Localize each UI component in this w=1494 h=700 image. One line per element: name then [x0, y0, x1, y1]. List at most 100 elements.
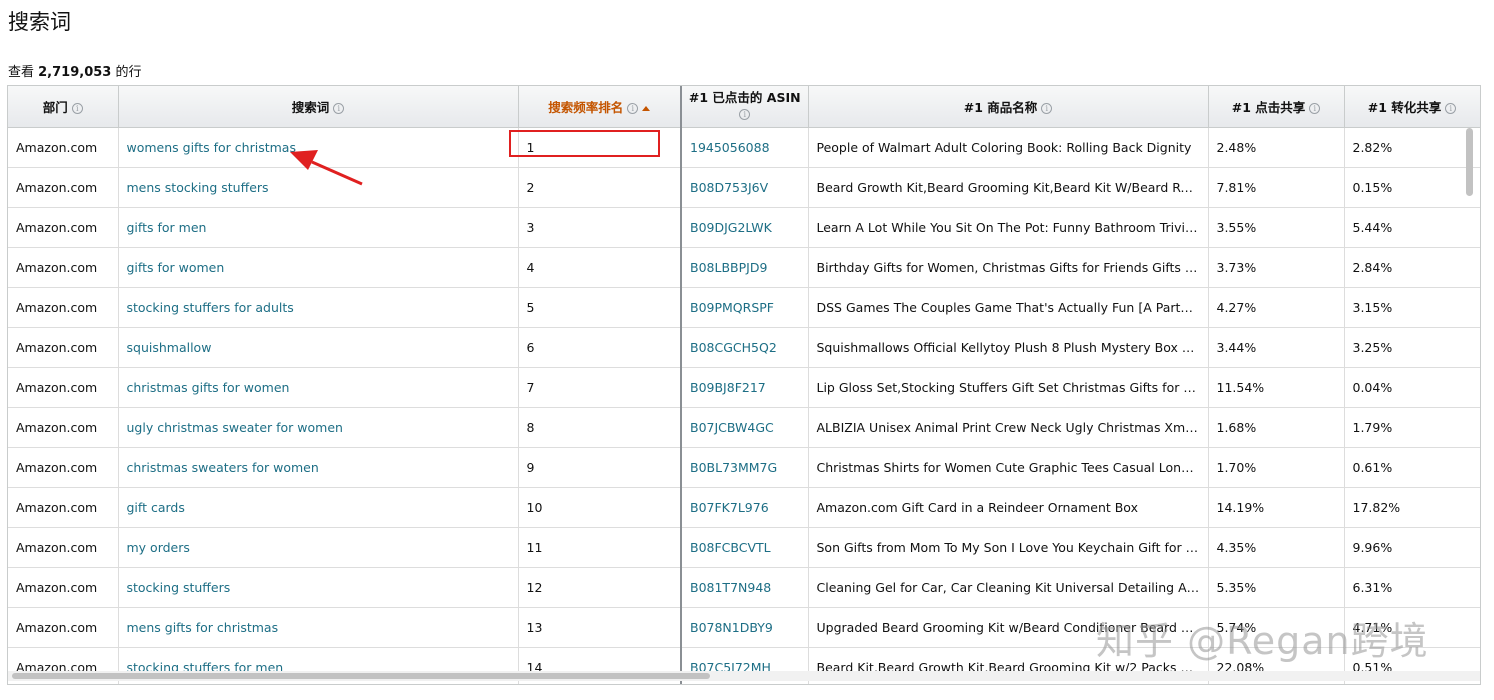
column-header-search-frequency-rank[interactable]: 搜索频率排名 i [518, 86, 682, 128]
column-header-label: #1 已点击的 ASIN [688, 90, 801, 106]
rank-cell: 8 [518, 407, 682, 448]
asin-link[interactable]: 1945056088 [680, 127, 809, 168]
column-header-conversion-share[interactable]: #1 转化共享 i [1344, 86, 1480, 128]
product-title-cell: Lip Gloss Set,Stocking Stuffers Gift Set… [808, 367, 1209, 408]
click-share-cell: 4.35% [1208, 527, 1345, 568]
table-row: Amazon.com gift cards 10 B07FK7L976 Amaz… [8, 487, 1480, 528]
department-cell: Amazon.com [8, 527, 119, 568]
search-term-link[interactable]: mens gifts for christmas [118, 607, 519, 648]
rank-cell: 4 [518, 247, 682, 288]
search-term-link[interactable]: gift cards [118, 487, 519, 528]
info-icon[interactable]: i [739, 109, 751, 121]
product-title-cell: Learn A Lot While You Sit On The Pot: Fu… [808, 207, 1209, 248]
department-cell: Amazon.com [8, 607, 119, 648]
product-title-cell: Upgraded Beard Grooming Kit w/Beard Cond… [808, 607, 1209, 648]
info-icon[interactable]: i [333, 102, 345, 114]
column-header-department[interactable]: 部门 i [8, 86, 119, 128]
click-share-cell: 14.19% [1208, 487, 1345, 528]
asin-link[interactable]: B0BL73MM7G [680, 447, 809, 488]
column-header-label: #1 点击共享 [1231, 99, 1306, 115]
search-term-link[interactable]: christmas sweaters for women [118, 447, 519, 488]
search-term-link[interactable]: gifts for men [118, 207, 519, 248]
conversion-share-cell: 0.15% [1344, 167, 1480, 208]
product-title-cell: Son Gifts from Mom To My Son I Love You … [808, 527, 1209, 568]
search-term-link[interactable]: mens stocking stuffers [118, 167, 519, 208]
column-header-label: 搜索词 [291, 99, 330, 115]
search-term-link[interactable]: my orders [118, 527, 519, 568]
search-term-link[interactable]: womens gifts for christmas [118, 127, 519, 168]
department-cell: Amazon.com [8, 247, 119, 288]
table-row: Amazon.com ugly christmas sweater for wo… [8, 407, 1480, 448]
table-header-row: 部门 i 搜索词 i 搜索频率排名 i #1 已点击的 ASIN i #1 商品名称 i… [8, 86, 1480, 128]
department-cell: Amazon.com [8, 207, 119, 248]
asin-link[interactable]: B07FK7L976 [680, 487, 809, 528]
horizontal-scrollbar[interactable] [12, 673, 710, 679]
conversion-share-cell: 0.04% [1344, 367, 1480, 408]
search-term-link[interactable]: christmas gifts for women [118, 367, 519, 408]
conversion-share-cell: 3.25% [1344, 327, 1480, 368]
sort-ascending-icon[interactable] [642, 105, 651, 111]
product-title-cell: DSS Games The Couples Game That's Actual… [808, 287, 1209, 328]
column-header-top-clicked-asin[interactable]: #1 已点击的 ASIN i [680, 86, 809, 128]
table-row: Amazon.com squishmallow 6 B08CGCH5Q2 Squ… [8, 327, 1480, 368]
table-body: Amazon.com womens gifts for christmas 1 … [8, 127, 1480, 684]
search-terms-table-container: 部门 i 搜索词 i 搜索频率排名 i #1 已点击的 ASIN i #1 商品名称 i… [7, 85, 1481, 685]
table-row: Amazon.com gifts for women 4 B08LBBPJD9 … [8, 247, 1480, 288]
click-share-cell: 11.54% [1208, 367, 1345, 408]
column-header-label: 搜索频率排名 [548, 99, 624, 115]
conversion-share-cell: 3.15% [1344, 287, 1480, 328]
asin-link[interactable]: B08FCBCVTL [680, 527, 809, 568]
department-cell: Amazon.com [8, 447, 119, 488]
asin-link[interactable]: B081T7N948 [680, 567, 809, 608]
click-share-cell: 2.48% [1208, 127, 1345, 168]
table-row: Amazon.com christmas gifts for women 7 B… [8, 367, 1480, 408]
asin-link[interactable]: B08CGCH5Q2 [680, 327, 809, 368]
department-cell: Amazon.com [8, 127, 119, 168]
conversion-share-cell: 1.79% [1344, 407, 1480, 448]
table-row: Amazon.com my orders 11 B08FCBCVTL Son G… [8, 527, 1480, 568]
click-share-cell: 5.35% [1208, 567, 1345, 608]
asin-link[interactable]: B078N1DBY9 [680, 607, 809, 648]
search-term-link[interactable]: ugly christmas sweater for women [118, 407, 519, 448]
info-icon[interactable]: i [1041, 102, 1053, 114]
conversion-share-cell: 17.82% [1344, 487, 1480, 528]
asin-link[interactable]: B08LBBPJD9 [680, 247, 809, 288]
asin-link[interactable]: B09BJ8F217 [680, 367, 809, 408]
row-count-suffix: 的行 [111, 65, 142, 80]
column-header-label: 部门 [42, 99, 68, 115]
column-header-search-term[interactable]: 搜索词 i [118, 86, 519, 128]
click-share-cell: 5.74% [1208, 607, 1345, 648]
conversion-share-cell: 5.44% [1344, 207, 1480, 248]
rank-cell: 2 [518, 167, 682, 208]
department-cell: Amazon.com [8, 167, 119, 208]
search-term-link[interactable]: squishmallow [118, 327, 519, 368]
rank-cell: 1 [518, 127, 682, 168]
vertical-scrollbar[interactable] [1466, 128, 1473, 196]
info-icon[interactable]: i [71, 102, 83, 114]
search-term-link[interactable]: stocking stuffers for adults [118, 287, 519, 328]
info-icon[interactable]: i [1309, 102, 1321, 114]
column-header-product-title[interactable]: #1 商品名称 i [808, 86, 1209, 128]
table-row: Amazon.com mens stocking stuffers 2 B08D… [8, 167, 1480, 208]
product-title-cell: Cleaning Gel for Car, Car Cleaning Kit U… [808, 567, 1209, 608]
click-share-cell: 3.73% [1208, 247, 1345, 288]
info-icon[interactable]: i [1445, 102, 1457, 114]
search-term-link[interactable]: stocking stuffers [118, 567, 519, 608]
conversion-share-cell: 4.71% [1344, 607, 1480, 648]
asin-link[interactable]: B09DJG2LWK [680, 207, 809, 248]
asin-link[interactable]: B07JCBW4GC [680, 407, 809, 448]
table-row: Amazon.com mens gifts for christmas 13 B… [8, 607, 1480, 648]
conversion-share-cell: 2.84% [1344, 247, 1480, 288]
table-row: Amazon.com stocking stuffers for adults … [8, 287, 1480, 328]
product-title-cell: Squishmallows Official Kellytoy Plush 8 … [808, 327, 1209, 368]
rank-cell: 6 [518, 327, 682, 368]
asin-link[interactable]: B09PMQRSPF [680, 287, 809, 328]
asin-link[interactable]: B08D753J6V [680, 167, 809, 208]
info-icon[interactable]: i [627, 102, 639, 114]
search-term-link[interactable]: gifts for women [118, 247, 519, 288]
row-count-prefix: 查看 [8, 65, 39, 80]
product-title-cell: ALBIZIA Unisex Animal Print Crew Neck Ug… [808, 407, 1209, 448]
row-count-value: 2,719,053 [38, 65, 112, 80]
conversion-share-cell: 0.61% [1344, 447, 1480, 488]
column-header-click-share[interactable]: #1 点击共享 i [1208, 86, 1345, 128]
